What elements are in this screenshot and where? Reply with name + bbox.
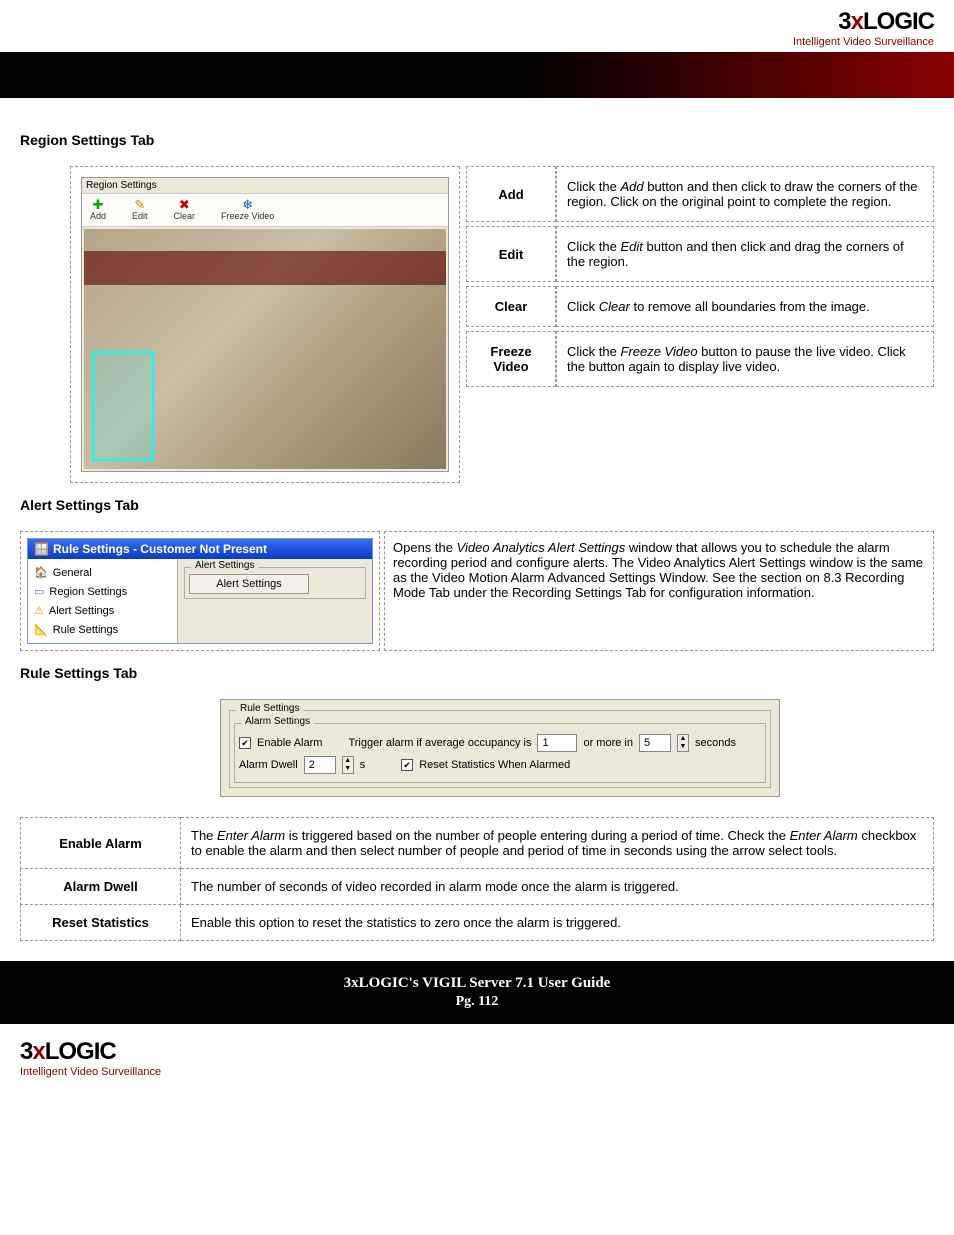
video-preview xyxy=(84,229,446,469)
region-settings-heading: Region Settings Tab xyxy=(20,132,934,148)
header-banner xyxy=(0,52,954,98)
reset-stats-label: Reset Statistics When Alarmed xyxy=(419,759,570,771)
logo-3: 3 xyxy=(838,8,850,35)
rule-settings-heading: Rule Settings Tab xyxy=(20,665,934,681)
freeze-video-button[interactable]: ❄Freeze Video xyxy=(221,198,274,222)
window-icon: 🪟 xyxy=(34,542,49,556)
settings-nav: 🏠General ▭Region Settings ⚠Alert Setting… xyxy=(28,559,178,643)
row-add-head: Add xyxy=(466,166,556,222)
seconds-spinner[interactable]: ▲▼ xyxy=(677,734,689,752)
dwell-input[interactable]: 2 xyxy=(304,756,336,774)
alarm-dwell-row-desc: The number of seconds of video recorded … xyxy=(181,869,934,905)
seconds-input[interactable]: 5 xyxy=(639,734,671,752)
rule-settings-screenshot: Rule Settings Alarm Settings ✔ Enable Al… xyxy=(220,699,780,797)
alert-settings-description: Opens the Video Analytics Alert Settings… xyxy=(384,531,934,651)
enable-alarm-checkbox[interactable]: ✔ xyxy=(239,737,251,749)
row-edit-desc: Click the Edit button and then click and… xyxy=(556,226,934,282)
row-clear-head: Clear xyxy=(466,286,556,327)
rule-descriptions-table: Enable Alarm The Enter Alarm is triggere… xyxy=(20,817,934,941)
nav-alert-settings[interactable]: ⚠Alert Settings xyxy=(28,601,177,620)
row-edit-head: Edit xyxy=(466,226,556,282)
footer-page: Pg. 112 xyxy=(0,994,954,1010)
rule-icon: 📐 xyxy=(34,623,48,636)
trigger-text: Trigger alarm if average occupancy is xyxy=(348,737,531,749)
enable-alarm-label: Enable Alarm xyxy=(257,737,322,749)
row-clear-desc: Click Clear to remove all boundaries fro… xyxy=(556,286,934,327)
reset-stats-checkbox[interactable]: ✔ xyxy=(401,759,413,771)
alarm-dwell-label: Alarm Dwell xyxy=(239,759,298,771)
drawn-region xyxy=(92,351,154,461)
dwell-spinner[interactable]: ▲▼ xyxy=(342,756,354,774)
region-icon: ▭ xyxy=(34,585,44,598)
nav-rule-settings[interactable]: 📐Rule Settings xyxy=(28,620,177,639)
home-icon: 🏠 xyxy=(34,566,48,579)
row-add-desc: Click the Add button and then click to d… xyxy=(556,166,934,222)
edit-button[interactable]: ✎Edit xyxy=(132,198,148,222)
region-settings-screenshot-cell: Region Settings ✚Add ✎Edit ✖Clear ❄Freez… xyxy=(70,166,460,483)
brand-logo-top: 3xLOGIC Intelligent Video Surveillance xyxy=(793,8,934,48)
alert-settings-heading: Alert Settings Tab xyxy=(20,497,934,513)
region-settings-panel-title: Region Settings xyxy=(82,178,448,193)
row-freeze-head: Freeze Video xyxy=(466,331,556,387)
reset-stats-row-desc: Enable this option to reset the statisti… xyxy=(181,905,934,941)
alert-settings-screenshot-cell: 🪟 Rule Settings - Customer Not Present 🏠… xyxy=(20,531,380,651)
logo-tagline: Intelligent Video Surveillance xyxy=(793,36,934,48)
rule-settings-window: 🪟 Rule Settings - Customer Not Present 🏠… xyxy=(27,538,373,644)
brand-logo-bottom: 3xLOGIC Intelligent Video Surveillance xyxy=(20,1038,934,1078)
nav-region-settings[interactable]: ▭Region Settings xyxy=(28,582,177,601)
clear-button[interactable]: ✖Clear xyxy=(174,198,196,222)
reset-stats-row-head: Reset Statistics xyxy=(21,905,181,941)
occupancy-input[interactable]: 1 xyxy=(537,734,577,752)
row-freeze-desc: Click the Freeze Video button to pause t… xyxy=(556,331,934,387)
logo-rest: LOGIC xyxy=(863,8,934,35)
nav-general[interactable]: 🏠General xyxy=(28,563,177,582)
logo-x: x xyxy=(851,8,863,35)
region-settings-panel: Region Settings ✚Add ✎Edit ✖Clear ❄Freez… xyxy=(81,177,449,472)
region-buttons-table: Add Click the Add button and then click … xyxy=(466,166,934,387)
alert-settings-fieldset: Alert Settings Alert Settings xyxy=(184,567,366,599)
window-titlebar: 🪟 Rule Settings - Customer Not Present xyxy=(28,539,372,559)
add-button[interactable]: ✚Add xyxy=(90,198,106,222)
footer-title: 3xLOGIC's VIGIL Server 7.1 User Guide xyxy=(344,975,611,991)
enable-alarm-row-head: Enable Alarm xyxy=(21,818,181,869)
alert-settings-button[interactable]: Alert Settings xyxy=(189,574,309,594)
alert-icon: ⚠ xyxy=(34,604,44,617)
alarm-dwell-row-head: Alarm Dwell xyxy=(21,869,181,905)
page-footer: 3xLOGIC's VIGIL Server 7.1 User Guide Pg… xyxy=(0,961,954,1024)
enable-alarm-row-desc: The Enter Alarm is triggered based on th… xyxy=(181,818,934,869)
